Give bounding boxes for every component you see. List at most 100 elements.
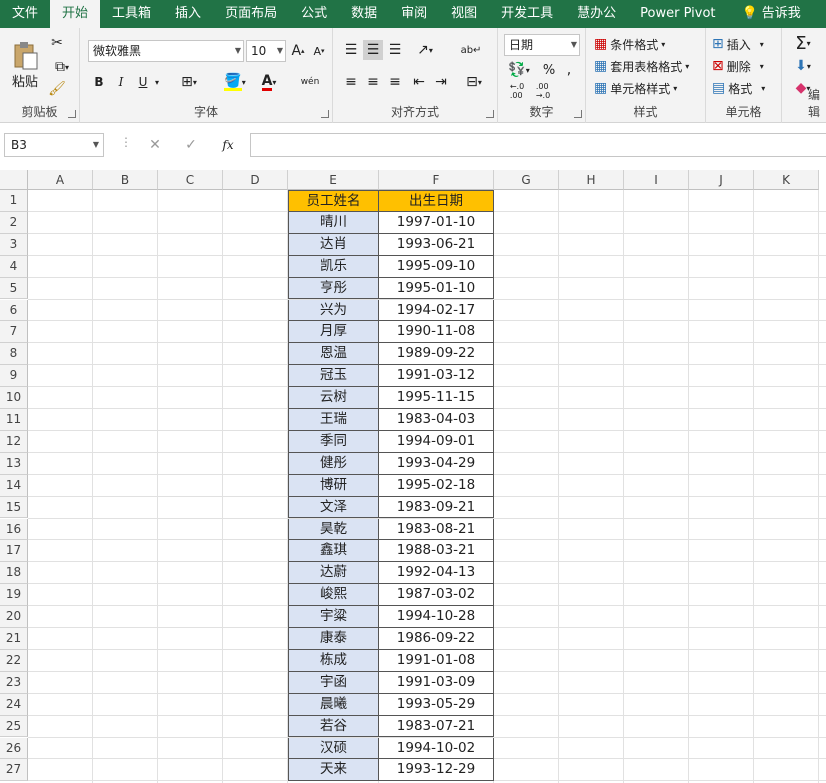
decrease-indent-button[interactable]: ⇤: [409, 72, 429, 92]
employee-name-cell[interactable]: 健彤: [288, 452, 379, 475]
column-header-J[interactable]: J: [689, 170, 754, 190]
column-header-C[interactable]: C: [158, 170, 223, 190]
worksheet-grid[interactable]: A B C D E F G H I J K 1 2 3 4 5 6 7 8 9 10 11 12 13 14 15 16 17 18 19…: [0, 170, 826, 783]
employee-name-cell[interactable]: 天来: [288, 759, 379, 782]
align-right-button[interactable]: ≡: [385, 72, 405, 92]
row-header-6[interactable]: 6: [0, 299, 28, 322]
phonetic-button[interactable]: wén: [294, 70, 326, 94]
tab-5[interactable]: 公式: [289, 0, 339, 28]
birth-date-cell[interactable]: 1987-03-02: [379, 584, 494, 607]
birth-date-cell[interactable]: 1993-12-29: [379, 759, 494, 782]
tab-9[interactable]: 开发工具: [489, 0, 565, 28]
employee-name-cell[interactable]: 兴为: [288, 299, 379, 322]
italic-button[interactable]: I: [112, 72, 130, 92]
middle-align-button[interactable]: ☰: [363, 40, 383, 60]
birth-date-cell[interactable]: 1997-01-10: [379, 211, 494, 234]
tab-8[interactable]: 视图: [439, 0, 489, 28]
employee-name-cell[interactable]: 冠玉: [288, 365, 379, 388]
employee-name-cell[interactable]: 宇函: [288, 671, 379, 694]
increase-indent-button[interactable]: ⇥: [431, 72, 451, 92]
copy-button[interactable]: ⧉ ▾: [48, 58, 76, 76]
alignment-launcher-icon[interactable]: [486, 110, 494, 118]
employee-name-cell[interactable]: 达蔚: [288, 562, 379, 585]
merge-button[interactable]: ⊟ ▾: [459, 72, 489, 92]
birth-date-cell[interactable]: 1983-09-21: [379, 496, 494, 519]
row-header-19[interactable]: 19: [0, 584, 28, 607]
birth-date-cell[interactable]: 1993-05-29: [379, 693, 494, 716]
underline-button[interactable]: U: [134, 72, 152, 92]
row-header-7[interactable]: 7: [0, 321, 28, 344]
employee-name-cell[interactable]: 若谷: [288, 715, 379, 738]
tab-4[interactable]: 页面布局: [213, 0, 289, 28]
birth-date-cell[interactable]: 1992-04-13: [379, 562, 494, 585]
row-header-1[interactable]: 1: [0, 190, 28, 212]
grow-font-button[interactable]: A ▴: [289, 42, 307, 60]
font-launcher-icon[interactable]: [321, 110, 329, 118]
birth-date-cell[interactable]: 1995-11-15: [379, 387, 494, 409]
column-header-A[interactable]: A: [28, 170, 93, 190]
decrease-decimal-button[interactable]: .00 →.0: [532, 82, 554, 100]
number-launcher-icon[interactable]: [574, 110, 582, 118]
insert-cells-button[interactable]: ⊞ 插入 ▾: [712, 34, 764, 54]
birth-date-cell[interactable]: 1983-04-03: [379, 409, 494, 431]
employee-name-cell[interactable]: 宇粱: [288, 606, 379, 628]
column-header-I[interactable]: I: [624, 170, 689, 190]
orientation-button[interactable]: ↗ ▾: [411, 40, 439, 60]
table-header-cell[interactable]: 员工姓名: [288, 190, 379, 212]
column-header-D[interactable]: D: [223, 170, 288, 190]
clipboard-launcher-icon[interactable]: [68, 110, 76, 118]
font-color-button[interactable]: A ▾: [254, 72, 284, 92]
fill-color-button[interactable]: 🪣 ▾: [220, 72, 250, 92]
employee-name-cell[interactable]: 晨曦: [288, 693, 379, 716]
cancel-entry-button[interactable]: ✕: [146, 135, 164, 155]
row-header-17[interactable]: 17: [0, 540, 28, 563]
confirm-entry-button[interactable]: ✓: [182, 135, 200, 155]
row-header-10[interactable]: 10: [0, 387, 28, 409]
tab-2[interactable]: 工具箱: [100, 0, 163, 28]
column-header-K[interactable]: K: [754, 170, 819, 190]
birth-date-cell[interactable]: 1993-04-29: [379, 452, 494, 475]
tab-7[interactable]: 审阅: [389, 0, 439, 28]
employee-name-cell[interactable]: 文泽: [288, 496, 379, 519]
percent-button[interactable]: %: [540, 60, 558, 80]
row-header-24[interactable]: 24: [0, 693, 28, 716]
paste-button[interactable]: 粘贴: [8, 36, 42, 94]
employee-name-cell[interactable]: 汉硕: [288, 737, 379, 760]
birth-date-cell[interactable]: 1988-03-21: [379, 540, 494, 563]
increase-decimal-button[interactable]: ←.0.00: [506, 82, 528, 100]
align-center-button[interactable]: ≡: [363, 72, 383, 92]
employee-name-cell[interactable]: 达肖: [288, 233, 379, 256]
underline-dropdown[interactable]: ▾: [152, 72, 162, 92]
row-header-25[interactable]: 25: [0, 715, 28, 738]
employee-name-cell[interactable]: 晴川: [288, 211, 379, 234]
conditional-format-button[interactable]: ▦ 条件格式 ▾: [594, 34, 665, 54]
cell-styles-button[interactable]: ▦ 单元格样式 ▾: [594, 78, 677, 98]
birth-date-cell[interactable]: 1991-01-08: [379, 649, 494, 672]
birth-date-cell[interactable]: 1993-06-21: [379, 233, 494, 256]
tab-11[interactable]: Power Pivot: [628, 0, 727, 28]
employee-name-cell[interactable]: 云树: [288, 387, 379, 409]
select-all-corner[interactable]: [0, 170, 28, 190]
column-header-E[interactable]: E: [288, 170, 379, 190]
cut-button[interactable]: ✂: [48, 34, 66, 52]
top-align-button[interactable]: ☰: [341, 40, 361, 60]
row-header-3[interactable]: 3: [0, 233, 28, 256]
row-header-11[interactable]: 11: [0, 409, 28, 431]
bold-button[interactable]: B: [90, 72, 108, 92]
name-box[interactable]: B3 ▼: [4, 133, 104, 157]
row-header-27[interactable]: 27: [0, 759, 28, 782]
employee-name-cell[interactable]: 月厚: [288, 321, 379, 344]
tab-10[interactable]: 慧办公: [565, 0, 628, 28]
employee-name-cell[interactable]: 季同: [288, 430, 379, 453]
row-header-18[interactable]: 18: [0, 562, 28, 585]
number-format-select[interactable]: 日期 ▼: [504, 34, 580, 56]
align-left-button[interactable]: ≡: [341, 72, 361, 92]
tell-me-search[interactable]: 💡 告诉我: [728, 0, 813, 28]
format-as-table-button[interactable]: ▦ 套用表格格式 ▾: [594, 56, 689, 76]
shrink-font-button[interactable]: A ▾: [310, 42, 328, 60]
accounting-format-button[interactable]: 💱 ▾: [504, 60, 534, 80]
format-painter-button[interactable]: 🖌: [48, 80, 66, 98]
column-header-G[interactable]: G: [494, 170, 559, 190]
birth-date-cell[interactable]: 1994-09-01: [379, 430, 494, 453]
row-header-2[interactable]: 2: [0, 211, 28, 234]
